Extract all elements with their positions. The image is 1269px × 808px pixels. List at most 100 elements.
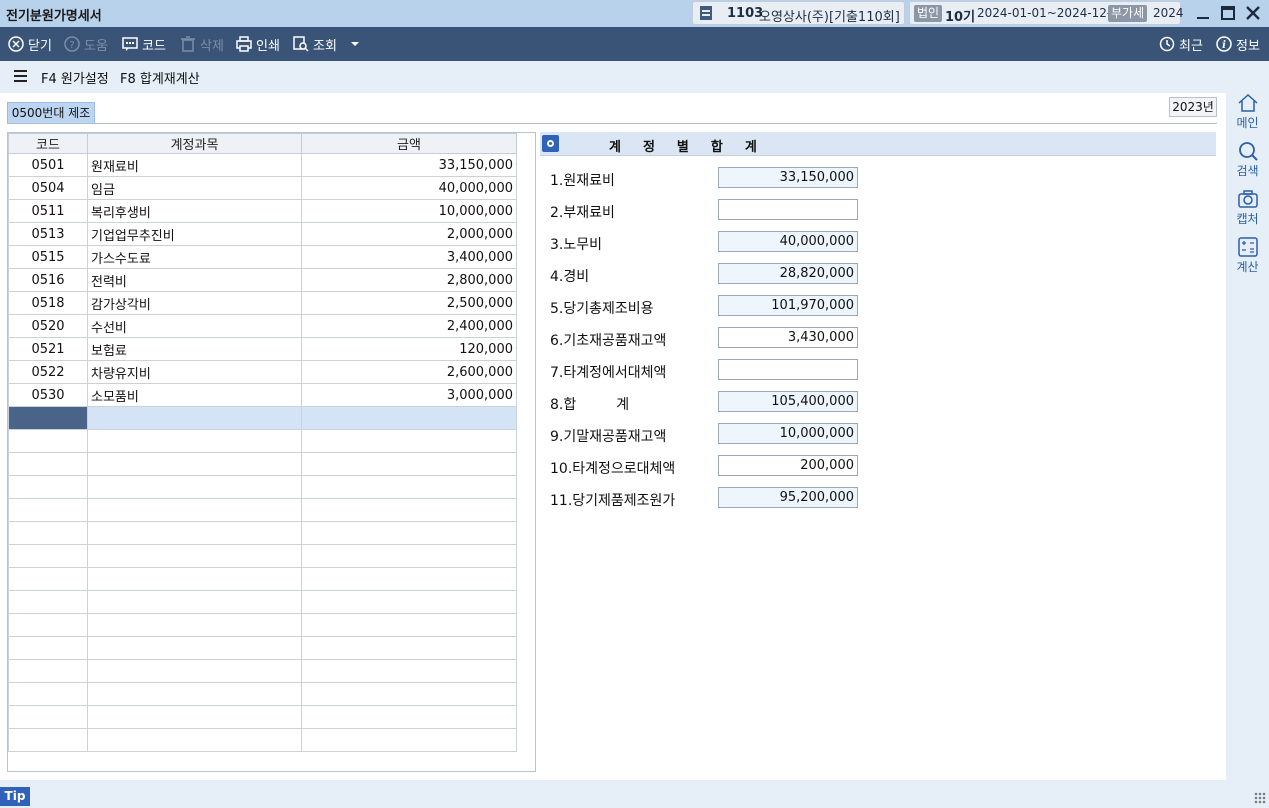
cell-account[interactable] bbox=[87, 452, 302, 476]
more-dropdown[interactable] bbox=[350, 35, 360, 53]
f4-cost-setting-button[interactable]: F4 원가설정 bbox=[41, 68, 109, 87]
cell-account[interactable]: 전력비 bbox=[87, 268, 302, 292]
sidebar-search-button[interactable]: 검색 bbox=[1226, 141, 1269, 179]
summary-value-field[interactable]: 101,970,000 bbox=[718, 295, 858, 316]
cell-code[interactable] bbox=[8, 498, 88, 522]
table-row[interactable]: 0522 차량유지비 2,600,000 bbox=[8, 360, 517, 384]
tip-button[interactable]: Tip bbox=[0, 787, 30, 806]
table-row-empty[interactable] bbox=[8, 498, 517, 522]
help-button[interactable]: ? 도움 bbox=[64, 35, 108, 54]
table-row[interactable]: 0501 원재료비 33,150,000 bbox=[8, 153, 517, 177]
company-selector[interactable]: 1103 오영상사(주)[기출110회] bbox=[692, 1, 905, 25]
cell-amount[interactable] bbox=[301, 452, 517, 476]
minimize-button[interactable] bbox=[1193, 3, 1213, 23]
table-row-empty[interactable] bbox=[8, 613, 517, 637]
cell-account[interactable] bbox=[87, 728, 302, 752]
table-row[interactable]: 0513 기업업무추진비 2,000,000 bbox=[8, 222, 517, 246]
f8-recalc-button[interactable]: F8 합계재계산 bbox=[120, 68, 200, 87]
cell-account[interactable] bbox=[87, 659, 302, 683]
maximize-button[interactable] bbox=[1218, 3, 1238, 23]
table-row[interactable]: 0521 보험료 120,000 bbox=[8, 337, 517, 361]
table-row-empty[interactable] bbox=[8, 682, 517, 706]
cell-code[interactable] bbox=[8, 728, 88, 752]
info-button[interactable]: i 정보 bbox=[1216, 35, 1260, 54]
table-row-empty[interactable] bbox=[8, 429, 517, 453]
cell-amount[interactable]: 33,150,000 bbox=[301, 153, 517, 177]
sidebar-calc-button[interactable]: 계산 bbox=[1226, 237, 1269, 275]
cell-code[interactable]: 0511 bbox=[8, 199, 88, 223]
cell-code[interactable]: 0530 bbox=[8, 383, 88, 407]
cell-code[interactable] bbox=[8, 521, 88, 545]
cell-account[interactable] bbox=[87, 429, 302, 453]
cell-account[interactable] bbox=[87, 705, 302, 729]
cell-amount[interactable] bbox=[301, 682, 517, 706]
cell-code[interactable] bbox=[8, 705, 88, 729]
cell-amount[interactable]: 2,500,000 bbox=[301, 291, 517, 315]
cell-code[interactable] bbox=[8, 475, 88, 499]
cell-account[interactable] bbox=[87, 406, 302, 430]
cell-account[interactable]: 복리후생비 bbox=[87, 199, 302, 223]
cell-code[interactable] bbox=[8, 452, 88, 476]
summary-value-field[interactable]: 28,820,000 bbox=[718, 263, 858, 284]
cell-code[interactable]: 0501 bbox=[8, 153, 88, 177]
table-row[interactable]: 0518 감가상각비 2,500,000 bbox=[8, 291, 517, 315]
summary-value-field[interactable]: 3,430,000 bbox=[718, 327, 858, 348]
cell-amount[interactable] bbox=[301, 636, 517, 660]
cell-amount[interactable]: 2,600,000 bbox=[301, 360, 517, 384]
hamburger-menu-icon[interactable] bbox=[14, 70, 27, 82]
cell-account[interactable] bbox=[87, 636, 302, 660]
cell-amount[interactable] bbox=[301, 659, 517, 683]
cell-amount[interactable] bbox=[301, 728, 517, 752]
summary-value-field[interactable]: 200,000 bbox=[718, 455, 858, 476]
cell-account[interactable] bbox=[87, 590, 302, 614]
table-row[interactable]: 0520 수선비 2,400,000 bbox=[8, 314, 517, 338]
cell-account[interactable] bbox=[87, 544, 302, 568]
cell-code[interactable]: 0504 bbox=[8, 176, 88, 200]
cell-account[interactable] bbox=[87, 475, 302, 499]
cell-account[interactable]: 감가상각비 bbox=[87, 291, 302, 315]
cell-account[interactable]: 수선비 bbox=[87, 314, 302, 338]
summary-value-field[interactable] bbox=[718, 199, 858, 220]
cell-amount[interactable]: 3,400,000 bbox=[301, 245, 517, 269]
cell-code[interactable] bbox=[8, 544, 88, 568]
table-row-selected[interactable] bbox=[8, 406, 517, 430]
cell-account[interactable] bbox=[87, 521, 302, 545]
summary-value-field[interactable]: 10,000,000 bbox=[718, 423, 858, 444]
table-row-empty[interactable] bbox=[8, 636, 517, 660]
table-row[interactable]: 0530 소모품비 3,000,000 bbox=[8, 383, 517, 407]
table-row[interactable]: 0504 임금 40,000,000 bbox=[8, 176, 517, 200]
table-row-empty[interactable] bbox=[8, 590, 517, 614]
recent-button[interactable]: 최근 bbox=[1159, 35, 1203, 54]
cell-amount[interactable] bbox=[301, 475, 517, 499]
code-button[interactable]: 코드 bbox=[122, 35, 166, 54]
cell-amount[interactable] bbox=[301, 544, 517, 568]
close-window-button[interactable] bbox=[1243, 3, 1263, 23]
tab-manufacturing-0500[interactable]: 0500번대 제조 bbox=[7, 102, 95, 124]
period-selector[interactable]: 법인 10기 2024-01-01~2024-12-31 부가세 2024 bbox=[909, 1, 1184, 25]
cell-amount[interactable]: 3,000,000 bbox=[301, 383, 517, 407]
cell-code[interactable] bbox=[8, 659, 88, 683]
cell-code[interactable] bbox=[8, 567, 88, 591]
cell-account[interactable]: 차량유지비 bbox=[87, 360, 302, 384]
delete-button[interactable]: 삭제 bbox=[180, 35, 224, 54]
cell-amount[interactable] bbox=[301, 613, 517, 637]
sidebar-capture-button[interactable]: 캡처 bbox=[1226, 189, 1269, 227]
cell-account[interactable] bbox=[87, 682, 302, 706]
cell-account[interactable] bbox=[87, 613, 302, 637]
table-row-empty[interactable] bbox=[8, 475, 517, 499]
table-row-empty[interactable] bbox=[8, 452, 517, 476]
sidebar-main-button[interactable]: 메인 bbox=[1226, 93, 1269, 131]
cell-code[interactable]: 0518 bbox=[8, 291, 88, 315]
close-button[interactable]: 닫기 bbox=[8, 35, 52, 54]
cell-code[interactable]: 0516 bbox=[8, 268, 88, 292]
query-button[interactable]: 조회 bbox=[293, 35, 337, 54]
cell-amount[interactable] bbox=[301, 521, 517, 545]
cell-amount[interactable]: 120,000 bbox=[301, 337, 517, 361]
cell-code[interactable] bbox=[8, 429, 88, 453]
cell-code[interactable] bbox=[8, 636, 88, 660]
resize-grip-icon[interactable] bbox=[1254, 792, 1266, 804]
table-row-empty[interactable] bbox=[8, 705, 517, 729]
cell-code[interactable] bbox=[8, 682, 88, 706]
cell-amount[interactable] bbox=[301, 429, 517, 453]
table-row-empty[interactable] bbox=[8, 544, 517, 568]
